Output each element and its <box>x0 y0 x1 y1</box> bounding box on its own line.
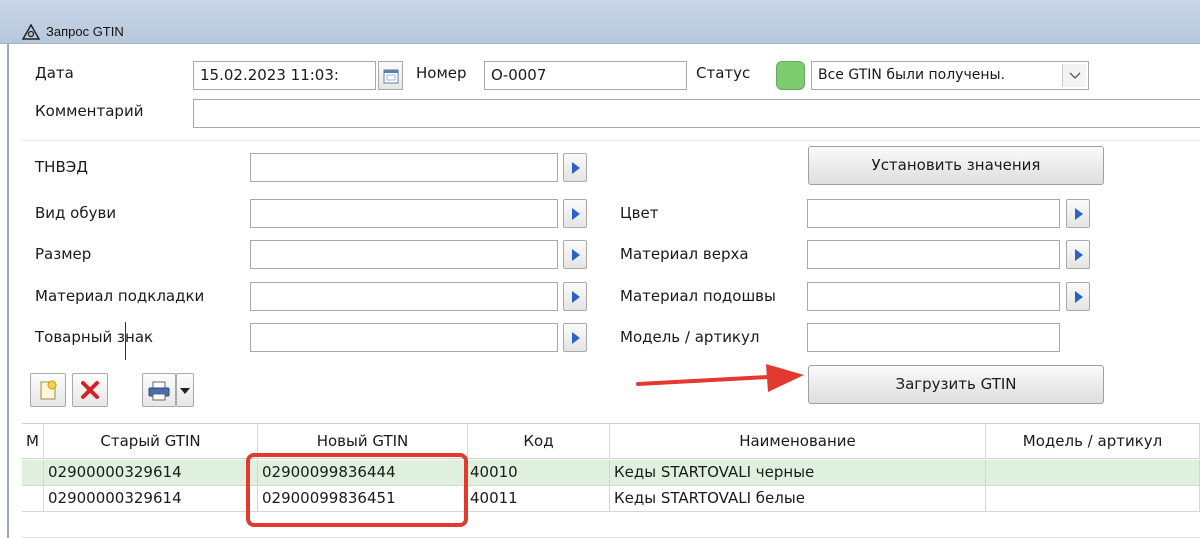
name-cell: Кеды STARTOVALI белые <box>610 486 986 512</box>
model-cell <box>986 460 1200 486</box>
highlight-annotation <box>246 453 468 527</box>
row-marker-cell <box>22 486 44 512</box>
code-cell: 40010 <box>468 460 610 486</box>
lining-material-label: Материал подкладки <box>35 287 205 305</box>
date-label: Дата <box>35 64 74 82</box>
upper-material-field[interactable] <box>807 240 1060 269</box>
upper-material-label: Материал верха <box>620 245 749 263</box>
upper-material-select-button[interactable] <box>1066 240 1090 269</box>
text-cursor <box>125 322 126 360</box>
old-gtin-cell: 02900000329614 <box>44 486 258 512</box>
shoe-type-label: Вид обуви <box>35 204 117 222</box>
name-cell: Кеды STARTOVALI черные <box>610 460 986 486</box>
row-marker-cell <box>22 460 44 486</box>
lining-material-field[interactable] <box>250 282 558 311</box>
size-field[interactable] <box>250 240 558 269</box>
tnved-field[interactable] <box>250 153 558 182</box>
col-name[interactable]: Наименование <box>610 424 986 459</box>
col-old-gtin[interactable]: Старый GTIN <box>44 424 258 459</box>
arrow-annotation-icon <box>636 364 804 392</box>
table-header: М Старый GTIN Новый GTIN Код Наименовани… <box>22 423 1200 459</box>
tnved-select-button[interactable] <box>563 153 587 182</box>
date-field[interactable]: 15.02.2023 11:03: <box>193 61 376 90</box>
comment-field[interactable] <box>193 99 1200 128</box>
col-m[interactable]: М <box>22 424 44 459</box>
print-button[interactable] <box>142 373 176 407</box>
window-titlebar: Запрос GTIN <box>0 0 1200 44</box>
color-select-button[interactable] <box>1066 199 1090 228</box>
load-gtin-button[interactable]: Загрузить GTIN <box>808 365 1104 404</box>
tnved-label: ТНВЭД <box>35 158 88 176</box>
printer-icon <box>148 381 170 401</box>
new-document-icon <box>40 380 57 400</box>
add-row-button[interactable] <box>30 373 66 407</box>
table-row[interactable]: 02900000329614 02900099836451 40011 Кеды… <box>22 486 1200 512</box>
col-code[interactable]: Код <box>468 424 610 459</box>
delete-row-button[interactable] <box>72 373 108 407</box>
size-select-button[interactable] <box>563 240 587 269</box>
code-cell: 40011 <box>468 486 610 512</box>
trademark-field[interactable] <box>250 323 558 352</box>
number-field[interactable]: О-0007 <box>484 61 687 90</box>
trademark-label: Товарный знак <box>35 328 154 346</box>
color-label: Цвет <box>620 204 659 222</box>
status-select[interactable]: Все GTIN были получены. <box>811 61 1089 90</box>
section-divider <box>22 140 1200 141</box>
lining-material-select-button[interactable] <box>563 282 587 311</box>
shoe-type-select-button[interactable] <box>563 199 587 228</box>
window-title: Запрос GTIN <box>46 24 124 39</box>
comment-label: Комментарий <box>35 102 144 120</box>
sole-material-label: Материал подошвы <box>620 287 776 305</box>
number-label: Номер <box>416 64 467 82</box>
model-article-label: Модель / артикул <box>620 328 760 346</box>
trademark-select-button[interactable] <box>563 323 587 352</box>
status-select-value: Все GTIN были получены. <box>818 67 1005 83</box>
delete-icon <box>81 381 99 399</box>
empty-table-area <box>22 512 1200 538</box>
size-label: Размер <box>35 245 92 263</box>
calendar-button[interactable] <box>378 61 403 90</box>
dropdown-arrow-icon <box>180 388 190 394</box>
table-row[interactable]: 02900000329614 02900099836444 40010 Кеды… <box>22 460 1200 486</box>
color-field[interactable] <box>807 199 1060 228</box>
status-label: Статус <box>696 64 751 82</box>
set-values-button[interactable]: Установить значения <box>808 146 1104 185</box>
model-cell <box>986 486 1200 512</box>
app-icon <box>22 24 40 40</box>
chevron-down-icon <box>1069 72 1081 79</box>
window-frame-left <box>7 44 9 538</box>
shoe-type-field[interactable] <box>250 199 558 228</box>
model-article-field[interactable] <box>807 323 1060 352</box>
col-model[interactable]: Модель / артикул <box>986 424 1200 459</box>
status-indicator <box>776 61 805 90</box>
print-menu-button[interactable] <box>176 373 194 407</box>
sole-material-field[interactable] <box>807 282 1060 311</box>
status-dropdown-button[interactable] <box>1062 64 1086 87</box>
sole-material-select-button[interactable] <box>1066 282 1090 311</box>
calendar-icon <box>383 69 399 84</box>
old-gtin-cell: 02900000329614 <box>44 460 258 486</box>
